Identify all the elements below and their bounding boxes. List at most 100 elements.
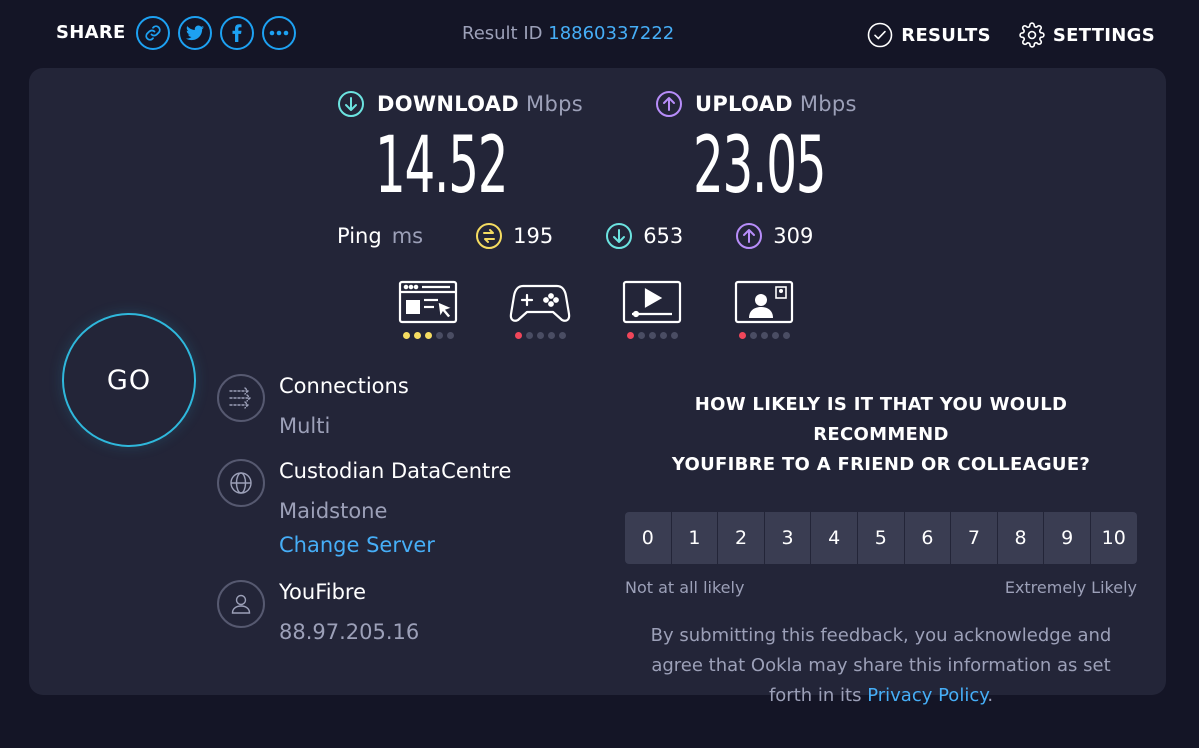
ping-label: Ping: [337, 224, 382, 248]
share-more-button[interactable]: [261, 16, 296, 50]
upload-latency-icon: [736, 223, 763, 249]
results-panel: DOWNLOAD Mbps 14.52 UPLOAD Mbps 23.05 Pi…: [29, 68, 1166, 706]
share-facebook-button[interactable]: [219, 16, 254, 50]
rating-dot: [536, 332, 544, 339]
ip-address: 88.97.205.16: [279, 620, 420, 644]
rating-option-9[interactable]: 9: [1044, 512, 1090, 564]
rating-option-1[interactable]: 1: [671, 512, 718, 564]
streaming-rating-dots: [625, 332, 680, 339]
streaming-quality[interactable]: [621, 280, 683, 339]
download-ping-value: 653: [643, 224, 684, 248]
share-link-button[interactable]: [135, 16, 170, 50]
share-twitter-button[interactable]: [177, 16, 212, 50]
rating-dot: [514, 332, 522, 339]
download-label: DOWNLOAD: [377, 92, 520, 116]
rating-dot: [659, 332, 667, 339]
check-circle-icon: [867, 22, 893, 48]
idle-ping: 195: [475, 222, 553, 250]
rating-dot: [424, 332, 432, 339]
gaming-rating-dots: [513, 332, 568, 339]
link-icon: [145, 25, 161, 41]
rating-dot: [435, 332, 443, 339]
gear-icon: [1019, 22, 1045, 48]
rating-option-3[interactable]: 3: [764, 512, 811, 564]
upload-metric: UPLOAD Mbps 23.05: [655, 90, 906, 212]
scale-low-label: Not at all likely: [625, 578, 745, 597]
settings-button[interactable]: SETTINGS: [1019, 22, 1155, 48]
upload-ping: 309: [735, 222, 813, 250]
user-icon: [231, 594, 251, 614]
globe-icon: [230, 472, 252, 494]
rating-option-2[interactable]: 2: [718, 512, 764, 564]
isp-icon-wrap: [217, 580, 265, 628]
rating-option-5[interactable]: 5: [857, 512, 904, 564]
privacy-policy-link[interactable]: Privacy Policy: [867, 685, 987, 706]
download-speed-value: 14.52: [375, 121, 508, 211]
settings-label: SETTINGS: [1052, 24, 1155, 46]
download-header: DOWNLOAD Mbps: [337, 90, 588, 118]
top-nav: RESULTS SETTINGS: [839, 22, 1155, 48]
rating-dot: [525, 332, 533, 339]
result-id-label: Result ID: [462, 23, 543, 44]
idle-ping-value: 195: [513, 224, 554, 248]
more-icon: [269, 30, 288, 36]
download-arrow-icon: [338, 91, 364, 117]
rating-dot: [648, 332, 656, 339]
disclaimer-prefix: forth in its: [768, 685, 862, 706]
scale-labels: Not at all likely Extremely Likely: [625, 578, 1137, 597]
rating-dot: [771, 332, 779, 339]
browsing-quality[interactable]: [397, 280, 459, 339]
ping-unit: ms: [391, 224, 424, 248]
survey-disclaimer: By submitting this feedback, you acknowl…: [625, 621, 1137, 711]
upload-label: UPLOAD: [695, 92, 793, 116]
connections-title: Connections: [279, 374, 409, 398]
streaming-icon: [622, 280, 682, 324]
upload-unit: Mbps: [799, 92, 857, 116]
rating-dot: [782, 332, 790, 339]
rating-dot: [547, 332, 555, 339]
result-id-link[interactable]: 18860337222: [548, 23, 674, 44]
idle-latency-icon: [476, 223, 503, 249]
upload-ping-value: 309: [773, 224, 814, 248]
rating-dot: [738, 332, 746, 339]
download-unit: Mbps: [526, 92, 583, 116]
disclaimer-line: By submitting this feedback, you acknowl…: [650, 625, 1112, 646]
gaming-quality[interactable]: [509, 280, 571, 339]
rating-dot: [446, 332, 454, 339]
results-button[interactable]: RESULTS: [867, 22, 991, 48]
share-label: SHARE: [56, 22, 126, 43]
download-ping: 653: [605, 222, 683, 250]
result-id: Result ID 18860337222: [462, 23, 674, 44]
download-latency-icon: [606, 223, 633, 249]
rating-option-10[interactable]: 10: [1090, 512, 1137, 564]
rating-dot: [749, 332, 757, 339]
upload-speed-value: 23.05: [693, 121, 826, 211]
rating-option-4[interactable]: 4: [811, 512, 857, 564]
server-location: Maidstone: [279, 499, 388, 523]
rating-option-7[interactable]: 7: [951, 512, 997, 564]
video-call-quality[interactable]: [733, 280, 795, 339]
facebook-icon: [232, 24, 242, 42]
rating-dot: [670, 332, 678, 339]
quality-ratings: [397, 280, 845, 339]
rating-option-6[interactable]: 6: [904, 512, 951, 564]
browsing-rating-dots: [401, 332, 456, 339]
nps-survey: HOW LIKELY IS IT THAT YOU WOULD RECOMMEN…: [625, 390, 1137, 711]
disclaimer-line: agree that Ookla may share this informat…: [651, 655, 1111, 676]
change-server-link[interactable]: Change Server: [279, 533, 435, 557]
connections-icon-wrap: [217, 374, 265, 422]
video-call-icon: [734, 280, 794, 324]
share-group: SHARE: [56, 16, 304, 50]
twitter-icon: [185, 25, 204, 41]
rating-option-0[interactable]: 0: [625, 512, 671, 564]
gaming-icon: [509, 284, 571, 322]
rating-dot: [413, 332, 421, 339]
survey-question-line: HOW LIKELY IS IT THAT YOU WOULD RECOMMEN…: [694, 394, 1068, 445]
isp-name: YouFibre: [279, 580, 367, 604]
rating-option-8[interactable]: 8: [997, 512, 1044, 564]
disclaimer-line: forth in its Privacy Policy.: [625, 681, 1137, 711]
video-call-rating-dots: [737, 332, 792, 339]
go-button[interactable]: GO: [62, 313, 196, 447]
rating-dot: [760, 332, 768, 339]
disclaimer-suffix: .: [987, 685, 994, 706]
